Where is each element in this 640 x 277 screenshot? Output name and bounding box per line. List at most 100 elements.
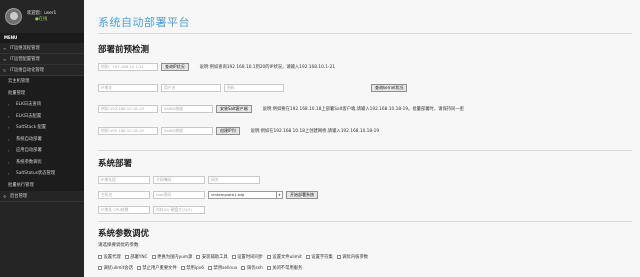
section-title-deploy: 系统部署 (98, 159, 133, 169)
sidebar-subitem-label: 批量执行管理 (8, 182, 34, 188)
gear-icon: ⚙ (3, 193, 7, 199)
start-deploy-button[interactable]: 开始部署系统 (286, 190, 318, 199)
template-select-value: vmtemplate1.tdg (211, 191, 245, 197)
sidebar-subitem-label: 系统自动部署 (16, 136, 42, 142)
chevron-right-icon: › (8, 125, 10, 130)
option-time-sync[interactable]: 设置时间同步 (231, 254, 263, 260)
divider (98, 150, 632, 151)
gateway-input[interactable]: 网关 (208, 175, 260, 184)
chevron-right-icon: › (8, 159, 10, 165)
divider (98, 221, 632, 222)
user-panel: 欢迎您：user1 ●在线 (0, 0, 84, 33)
sidebar-submenu: 云主机管理 批量管理 › ELK日志查询 › ELK日志配置 › SaltSta… (0, 76, 84, 191)
sidebar-subitem-sys-deploy[interactable]: › 系统自动部署 (0, 134, 84, 146)
option-disable-ipv6[interactable]: 禁用ipv6 (180, 265, 204, 271)
option-ulimit-session[interactable]: 调优ulimit会话 (98, 265, 133, 271)
query-ip-status-button[interactable]: 查询IP状况 (161, 62, 189, 71)
checkbox[interactable] (266, 255, 271, 259)
sidebar-subitem-elk-config[interactable]: › ELK日志配置 (0, 111, 84, 123)
sidebar-subitem-cloud-host[interactable]: 云主机管理 (0, 76, 84, 88)
chevron-down-icon: ▾ (276, 191, 282, 198)
ip-segment-input[interactable]: IP地址段 (98, 175, 150, 184)
option-proxy[interactable]: 设置代理 (98, 254, 121, 260)
cpu-input[interactable]: IP地址 CPU核数 (98, 205, 150, 214)
layers-icon: ≡ (3, 56, 7, 62)
checkbox[interactable] (196, 255, 201, 259)
option-yum-mirror[interactable]: 更换为国内yum源 (151, 254, 192, 260)
bridge-ip-input[interactable]: 例如:192.168.10.18-19 (98, 126, 158, 135)
sidebar-subitem-saltstack[interactable]: › SaltStack 配置 (0, 122, 84, 134)
checkbox[interactable] (336, 255, 341, 259)
sidebar-subitem-label: 云主机管理 (8, 79, 30, 84)
option-vnc[interactable]: 部署YNC (124, 254, 148, 260)
refresh-icon: ↻ (3, 67, 7, 73)
precheck-row-salt: 例如:192.168.10.18-19 SaltID前缀 安装Salt客户端 说… (98, 104, 464, 113)
avatar[interactable] (5, 8, 22, 25)
sidebar-item-automation[interactable]: ↻ IT运维自动化管理 (0, 65, 84, 76)
ip-range-input[interactable]: 例如：192.168.10.1-21 (98, 62, 158, 71)
checkbox[interactable] (136, 266, 141, 270)
option-ulimit-file[interactable]: 设置文件ulimit (266, 254, 302, 260)
main-content: 系统自动部署平台 部署前预检测 例如：192.168.10.1-21 查询IP状… (84, 0, 640, 277)
divider (98, 33, 632, 34)
checkbox[interactable] (124, 255, 129, 259)
section-title-tuning: 系统参数调优 (98, 229, 150, 239)
sidebar-subitem-label: 应用自动部署 (16, 148, 42, 153)
kernel-username-input[interactable]: 用户名 (161, 83, 221, 92)
kernel-password-input[interactable]: 密码 (224, 83, 284, 92)
hostname-input[interactable]: 主机名 (98, 190, 150, 199)
page-title: 系统自动部署平台 (98, 16, 190, 29)
deploy-row-network: IP地址段 子网掩码 网关 (98, 175, 260, 184)
checkbox[interactable] (266, 266, 271, 270)
sidebar-subitem-batch[interactable]: 批量管理 (0, 88, 84, 100)
sidebar-item-label: IT运营配置管理 (10, 56, 40, 62)
sidebar-item-admin[interactable]: ⚙ 后台管理 (0, 191, 84, 202)
sidebar-subitem-batch-exec[interactable]: 批量执行管理 (0, 180, 84, 192)
checkbox[interactable] (98, 255, 102, 259)
install-salt-button[interactable]: 安装Salt客户端 (216, 104, 252, 113)
memory-disk-input[interactable]: 内存(G) 硬盘大小(G) (153, 205, 205, 214)
create-bridge-button[interactable]: 创建IP列 (216, 126, 240, 135)
tuning-options-row-1: 设置代理 部署YNC 更换为国内yum源 安装辅助工具 设置时间同步 设置文件u… (98, 254, 368, 260)
chevron-right-icon: › (8, 113, 10, 119)
checkbox[interactable] (231, 255, 236, 259)
option-ssh-tuning[interactable]: 调优ssh (241, 265, 263, 271)
option-charset[interactable]: 设置字符集 (305, 254, 333, 260)
precheck-row-kernel: IP地址 用户名 密码 查询kernel状况 (98, 83, 408, 92)
sidebar-item-itil-process[interactable]: ≡ IT运维流程管理 (0, 43, 84, 54)
precheck-row-bridge: 例如:192.168.10.18-19 SaltID前缀 创建IP列 说明:例如… (98, 126, 379, 135)
salt-ip-input[interactable]: 例如:192.168.10.18-19 (98, 104, 158, 113)
user-status: ●在线 (35, 16, 48, 22)
sidebar-subitem-elk-query[interactable]: › ELK日志查询 (0, 99, 84, 111)
option-disable-services[interactable]: 关闭不常用服务 (266, 265, 302, 271)
checkbox[interactable] (151, 255, 156, 259)
menu-title: MENU (0, 33, 84, 43)
query-kernel-button[interactable]: 查询kernel状况 (371, 83, 408, 92)
chevron-right-icon: › (8, 171, 10, 176)
option-kernel-params[interactable]: 调优内核参数 (336, 254, 368, 260)
sidebar-subitem-salt-status[interactable]: › SaltStatus状态管理 (0, 168, 84, 180)
sidebar-item-config-mgmt[interactable]: ≡ IT运营配置管理 (0, 54, 84, 65)
checkbox[interactable] (180, 266, 185, 270)
tuning-options-row-2: 调优ulimit会话 禁止用户重要文件 禁用ipv6 禁用selinux 调优s… (98, 265, 302, 271)
netmask-input[interactable]: 子网掩码 (153, 175, 205, 184)
checkbox[interactable] (98, 266, 102, 270)
option-disable-selinux[interactable]: 禁用selinux (208, 265, 237, 271)
sidebar-item-label: IT运维流程管理 (10, 45, 40, 51)
sidebar-item-label: IT运维自动化管理 (10, 67, 44, 73)
root-password-input[interactable]: root密码 (153, 190, 205, 199)
checkbox[interactable] (241, 266, 246, 270)
template-select[interactable]: vmtemplate1.tdg ▾ (208, 190, 283, 199)
bridge-id-prefix-input[interactable]: SaltID前缀 (161, 126, 213, 135)
option-tools[interactable]: 安装辅助工具 (196, 254, 228, 260)
checkbox[interactable] (208, 266, 213, 270)
kernel-ip-input[interactable]: IP地址 (98, 83, 158, 92)
salt-id-prefix-input[interactable]: SaltID前缀 (161, 104, 213, 113)
salt-note: 说明:例如要在192.168.10.18上部署Salt客户端,请输入192.16… (262, 106, 464, 112)
sidebar-subitem-tuning[interactable]: › 系统参数调优 (0, 157, 84, 169)
sidebar-subitem-app-deploy[interactable]: › 应用自动部署 (0, 145, 84, 157)
option-protect-files[interactable]: 禁止用户重要文件 (136, 265, 177, 271)
sidebar-subitem-label: SaltStack 配置 (16, 125, 47, 130)
checkbox[interactable] (305, 255, 310, 259)
chevron-right-icon: › (8, 136, 10, 142)
